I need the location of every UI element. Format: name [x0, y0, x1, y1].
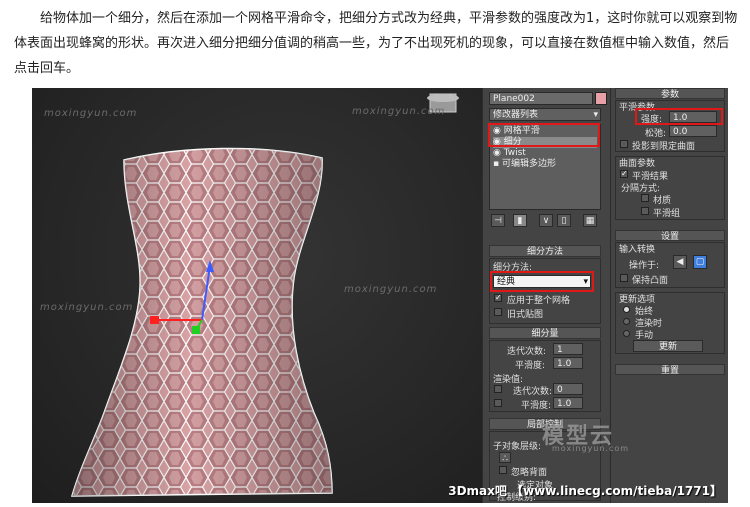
subdivision-amount-header[interactable]: 细分量	[489, 327, 601, 339]
remove-modifier-icon[interactable]: ▯	[557, 214, 571, 227]
stack-item-editable-poly[interactable]: ▪ 可编辑多边形	[493, 159, 556, 170]
render-smoothness-label: 平滑度:	[521, 401, 552, 411]
object-color-swatch[interactable]	[595, 92, 607, 105]
smoothness-spinner[interactable]: 1.0	[553, 357, 583, 369]
always-radio[interactable]	[623, 306, 630, 313]
modifier-list-label: 修改器列表	[493, 110, 539, 120]
iterations-spinner[interactable]: 1	[553, 343, 583, 355]
keep-convex-label: 保持凸面	[632, 276, 669, 286]
configure-sets-icon[interactable]: ▦	[583, 214, 597, 227]
parameters-header[interactable]: 参数	[615, 88, 725, 100]
surface-params-label: 曲面参数	[619, 159, 656, 169]
article-paragraph: 给物体加一个细分，然后在添加一个网格平滑命令，把细分方式改为经典，平滑参数的强度…	[14, 11, 738, 76]
watermark: moxingyun.com	[40, 302, 134, 313]
watermark: moxingyun.com	[344, 284, 438, 295]
input-conversion-label: 输入转换	[619, 245, 656, 255]
sub-object-level-label: 子对象层级:	[493, 442, 542, 452]
ignore-backfacing-label: 忽略背面	[511, 468, 548, 478]
apply-whole-mesh-checkbox[interactable]: ✓	[494, 294, 502, 302]
old-style-mapping-label: 旧式贴图	[507, 310, 544, 320]
perspective-viewport[interactable]: moxingyun.com moxingyun.com moxingyun.co…	[32, 88, 482, 503]
iterations-label: 迭代次数:	[507, 347, 547, 357]
materials-label: 材质	[653, 196, 672, 206]
highlight-box	[635, 108, 723, 125]
materials-checkbox[interactable]	[641, 194, 649, 202]
expand-icon[interactable]: ▪	[493, 159, 499, 169]
smoothness-label: 平滑度:	[515, 361, 546, 371]
update-button[interactable]: 更新	[633, 340, 703, 352]
triangle-mode-icon[interactable]: ◀	[673, 255, 687, 269]
watermark: moxingyun.com	[352, 106, 446, 117]
manually-radio[interactable]	[623, 330, 630, 337]
modifier-list-dropdown[interactable]: 修改器列表 ▾	[489, 108, 601, 121]
relax-label: 松弛:	[645, 129, 667, 139]
pin-stack-icon[interactable]: ⊣	[491, 214, 505, 227]
show-end-result-icon[interactable]: ▮	[513, 214, 527, 227]
subdivision-method-header[interactable]: 细分方法	[489, 245, 601, 257]
watermark: moxingyun.com	[44, 108, 138, 119]
render-smoothness-checkbox[interactable]	[494, 399, 502, 407]
project-surface-label: 投影到限定曲面	[632, 142, 696, 152]
object-name-field[interactable]: Plane002	[489, 92, 593, 105]
site-logo-url: moxingyun.com	[552, 444, 630, 453]
smoothing-groups-checkbox[interactable]	[641, 207, 649, 215]
meshsmooth-rollouts: 参数 平滑参数 强度: 1.0 松弛: 0.0 投影到限定曲面 曲面参数 ✓ 平…	[610, 88, 728, 503]
chevron-down-icon: ▾	[593, 110, 598, 120]
when-rendering-radio[interactable]	[623, 318, 630, 325]
old-style-mapping-checkbox[interactable]	[494, 308, 502, 316]
keep-convex-checkbox[interactable]	[620, 274, 628, 282]
reset-header[interactable]: 重置	[615, 364, 725, 376]
apply-whole-mesh-label: 应用于整个网格	[507, 296, 571, 306]
forum-caption: 3Dmax吧 【www.linecg.com/tieba/1771】	[448, 484, 722, 498]
settings-header[interactable]: 设置	[615, 230, 725, 242]
bulb-icon[interactable]: ◉	[493, 148, 501, 158]
polygon-mode-icon[interactable]: ▢	[693, 255, 707, 269]
honeycomb-mesh-object[interactable]	[71, 147, 333, 497]
project-surface-checkbox[interactable]	[620, 140, 628, 148]
highlight-box	[490, 271, 594, 292]
render-iterations-checkbox[interactable]	[494, 385, 502, 393]
stack-toolbar: ⊣ ▮ ∨ ▯ ▦	[491, 214, 601, 228]
render-iterations-label: 迭代次数:	[513, 387, 553, 397]
render-iterations-spinner[interactable]: 0	[553, 383, 583, 395]
render-smoothness-spinner[interactable]: 1.0	[553, 397, 583, 409]
highlight-box	[488, 123, 600, 147]
smoothing-groups-label: 平滑组	[653, 209, 681, 219]
viewport-canvas	[71, 93, 459, 497]
operate-on-label: 操作于:	[629, 261, 660, 271]
ignore-backfacing-checkbox[interactable]	[499, 466, 507, 474]
stack-item-twist[interactable]: ◉ Twist	[493, 148, 526, 159]
make-unique-icon[interactable]: ∨	[539, 214, 553, 227]
relax-spinner[interactable]: 0.0	[669, 125, 717, 137]
max-screenshot: moxingyun.com moxingyun.com moxingyun.co…	[32, 88, 728, 503]
smooth-result-checkbox[interactable]: ✓	[620, 170, 628, 178]
vertex-level-icon[interactable]: ∴	[499, 452, 511, 464]
